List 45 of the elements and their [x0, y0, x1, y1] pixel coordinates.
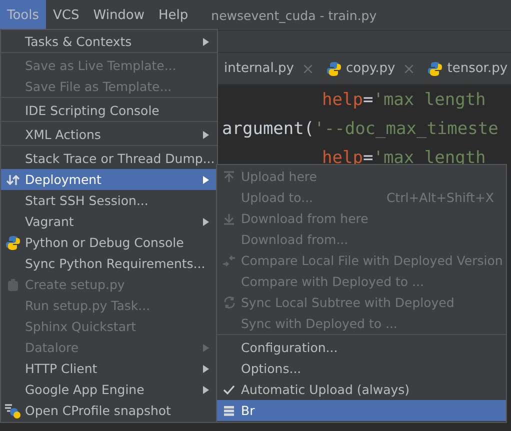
close-icon[interactable] — [405, 64, 414, 72]
python-icon — [5, 234, 21, 250]
menu-item[interactable]: Google App Engine — [1, 379, 217, 400]
menu-item[interactable]: XML Actions — [1, 124, 217, 146]
download-icon — [223, 212, 235, 224]
python-icon — [427, 60, 444, 76]
menu-item[interactable]: Options... — [217, 358, 506, 379]
submenu-arrow-icon — [203, 364, 209, 372]
menu-bar-item[interactable]: Window — [86, 0, 152, 30]
window-title: newsevent_cuda - train.py — [211, 6, 377, 25]
menu-item[interactable]: Open CProfile snapshot — [1, 400, 217, 421]
menu-item[interactable]: Configuration... — [217, 337, 506, 358]
editor-tab[interactable]: copy.py — [320, 53, 422, 84]
upload-icon — [223, 170, 235, 182]
menu-item[interactable]: Vagrant — [1, 211, 217, 232]
menu-item[interactable]: Sync Python Requirements... — [1, 253, 217, 274]
editor-tab[interactable]: tensor.py — [421, 53, 511, 84]
submenu-arrow-icon — [203, 176, 209, 184]
menu-bar-item[interactable]: Help — [152, 0, 196, 30]
editor-tab[interactable]: internal.py — [218, 53, 320, 84]
code-line: argument('--doc_max_timeste — [222, 118, 498, 140]
submenu-arrow-icon — [203, 38, 209, 46]
menu-item[interactable]: Tasks & Contexts — [1, 31, 217, 53]
menu-item[interactable]: Deployment — [1, 169, 217, 190]
code-line: help='max length — [322, 88, 486, 112]
close-icon[interactable] — [304, 64, 312, 72]
package-icon — [6, 278, 20, 292]
menu-item[interactable]: HTTP Client — [1, 358, 217, 379]
menu-item[interactable]: Automatic Upload (always) — [217, 379, 506, 400]
python-icon — [326, 60, 342, 76]
menu-item[interactable]: Stack Trace or Thread Dump... — [1, 148, 217, 169]
list-icon — [223, 404, 235, 416]
menu-item[interactable]: Python or Debug Console — [1, 232, 217, 253]
python-icon — [4, 402, 22, 418]
menu-item[interactable]: Br — [217, 400, 506, 421]
menu-item[interactable]: IDE Scripting Console — [1, 100, 217, 122]
compare-icon — [222, 254, 236, 266]
sync-icon — [222, 296, 236, 309]
menu-bar-item[interactable]: VCS — [46, 0, 86, 30]
menu-item[interactable]: Start SSH Session... — [1, 190, 217, 211]
submenu-arrow-icon — [203, 130, 209, 138]
submenu-arrow-icon — [203, 386, 209, 394]
submenu-arrow-icon — [203, 344, 209, 352]
submenu-arrow-icon — [203, 218, 209, 226]
arrows-icon — [6, 174, 20, 186]
